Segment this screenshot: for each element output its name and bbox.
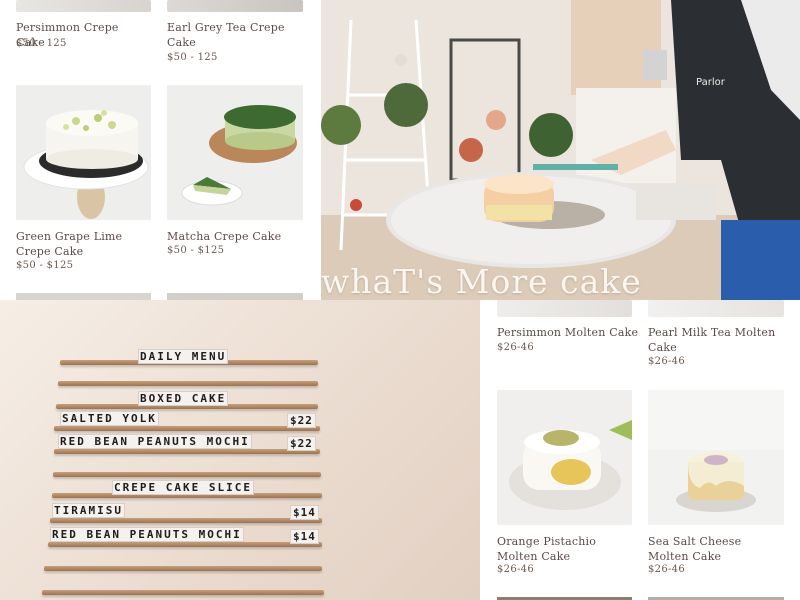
product-name[interactable]: Green Grape Lime Crepe Cake bbox=[16, 229, 151, 259]
product-card-earl-grey-crepe[interactable]: Earl Grey Tea Crepe Cake $50 - 125 bbox=[167, 0, 303, 70]
menu-item: TIRAMISU bbox=[52, 503, 125, 518]
product-price: $50 - $125 bbox=[167, 245, 225, 256]
shop-interior-illustration: Parlor bbox=[321, 0, 800, 300]
menu-rail bbox=[48, 542, 322, 547]
product-image[interactable] bbox=[167, 293, 303, 300]
product-image[interactable] bbox=[497, 300, 632, 317]
product-price: $26-46 bbox=[648, 356, 685, 367]
shop-photo: Parlor whaT's More cake bbox=[321, 0, 800, 300]
menu-rail bbox=[54, 449, 320, 454]
menu-board-photo: DAILY MENU BOXED CAKE SALTED YOLK $22 RE… bbox=[0, 300, 480, 600]
product-card-persimmon-molten[interactable]: Persimmon Molten Cake $26-46 bbox=[497, 300, 638, 360]
menu-rail bbox=[50, 518, 322, 523]
product-card-persimmon-crepe[interactable]: Persimmon Crepe Cake $50 - 125 bbox=[16, 0, 151, 60]
product-image[interactable] bbox=[167, 0, 303, 12]
menu-item: RED BEAN PEANUTS MOCHI bbox=[58, 434, 252, 449]
menu-rail bbox=[58, 381, 318, 386]
molten-cake-listing: Persimmon Molten Cake $26-46 Pearl Milk … bbox=[480, 300, 800, 600]
product-image[interactable] bbox=[16, 293, 151, 300]
product-image[interactable] bbox=[16, 0, 151, 12]
product-card-orange-pistachio-molten[interactable]: Orange Pistachio Molten Cake $26-46 bbox=[497, 390, 632, 580]
svg-text:Parlor: Parlor bbox=[696, 77, 726, 88]
product-name[interactable]: Sea Salt Cheese Molten Cake bbox=[648, 534, 784, 564]
menu-rail bbox=[44, 566, 322, 571]
menu-item-price: $14 bbox=[290, 505, 319, 520]
menu-item-price: $22 bbox=[287, 436, 316, 451]
headline: whaT's More cake bbox=[321, 262, 642, 300]
product-image[interactable] bbox=[648, 390, 784, 525]
menu-title: DAILY MENU bbox=[138, 349, 229, 364]
menu-rail bbox=[53, 472, 321, 477]
product-name[interactable]: Matcha Crepe Cake bbox=[167, 229, 303, 244]
product-price: $50 - $125 bbox=[16, 260, 74, 271]
menu-item-price: $22 bbox=[287, 413, 316, 428]
matcha-cake-illustration bbox=[167, 85, 303, 220]
product-price: $26-46 bbox=[497, 342, 534, 353]
menu-section-boxed-cake: BOXED CAKE bbox=[138, 391, 229, 406]
product-name[interactable]: Persimmon Molten Cake bbox=[497, 325, 642, 340]
sea-salt-cheese-cake-illustration bbox=[648, 390, 784, 525]
crepe-cake-listing: Persimmon Crepe Cake $50 - 125 Earl Grey… bbox=[0, 0, 321, 300]
product-card-pearl-milk-tea-molten[interactable]: Pearl Milk Tea Molten Cake $26-46 bbox=[648, 300, 784, 370]
menu-rail bbox=[54, 426, 320, 431]
product-image[interactable] bbox=[648, 300, 784, 317]
menu-section-crepe-cake-slice: CREPE CAKE SLICE bbox=[112, 480, 254, 495]
product-card-green-grape-lime-crepe[interactable]: Green Grape Lime Crepe Cake $50 - $125 bbox=[16, 85, 151, 275]
product-card-sea-salt-cheese-molten[interactable]: Sea Salt Cheese Molten Cake $26-46 bbox=[648, 390, 784, 580]
menu-item: RED BEAN PEANUTS MOCHI bbox=[50, 527, 244, 542]
product-name[interactable]: Earl Grey Tea Crepe Cake bbox=[167, 20, 285, 50]
product-image[interactable] bbox=[16, 85, 151, 220]
product-image[interactable] bbox=[167, 85, 303, 220]
green-grape-cake-illustration bbox=[16, 85, 151, 220]
product-price: $26-46 bbox=[648, 564, 685, 575]
menu-item: SALTED YOLK bbox=[60, 411, 159, 426]
menu-rail bbox=[42, 590, 324, 595]
product-card-matcha-crepe[interactable]: Matcha Crepe Cake $50 - $125 bbox=[167, 85, 303, 265]
product-name[interactable]: Orange Pistachio Molten Cake bbox=[497, 534, 632, 564]
orange-pistachio-cake-illustration bbox=[497, 390, 632, 525]
product-name[interactable]: Pearl Milk Tea Molten Cake bbox=[648, 325, 784, 355]
menu-item-price: $14 bbox=[290, 529, 319, 544]
product-price: $50 - 125 bbox=[16, 38, 67, 49]
product-image[interactable] bbox=[497, 390, 632, 525]
product-price: $50 - 125 bbox=[167, 52, 218, 63]
product-price: $26-46 bbox=[497, 564, 534, 575]
